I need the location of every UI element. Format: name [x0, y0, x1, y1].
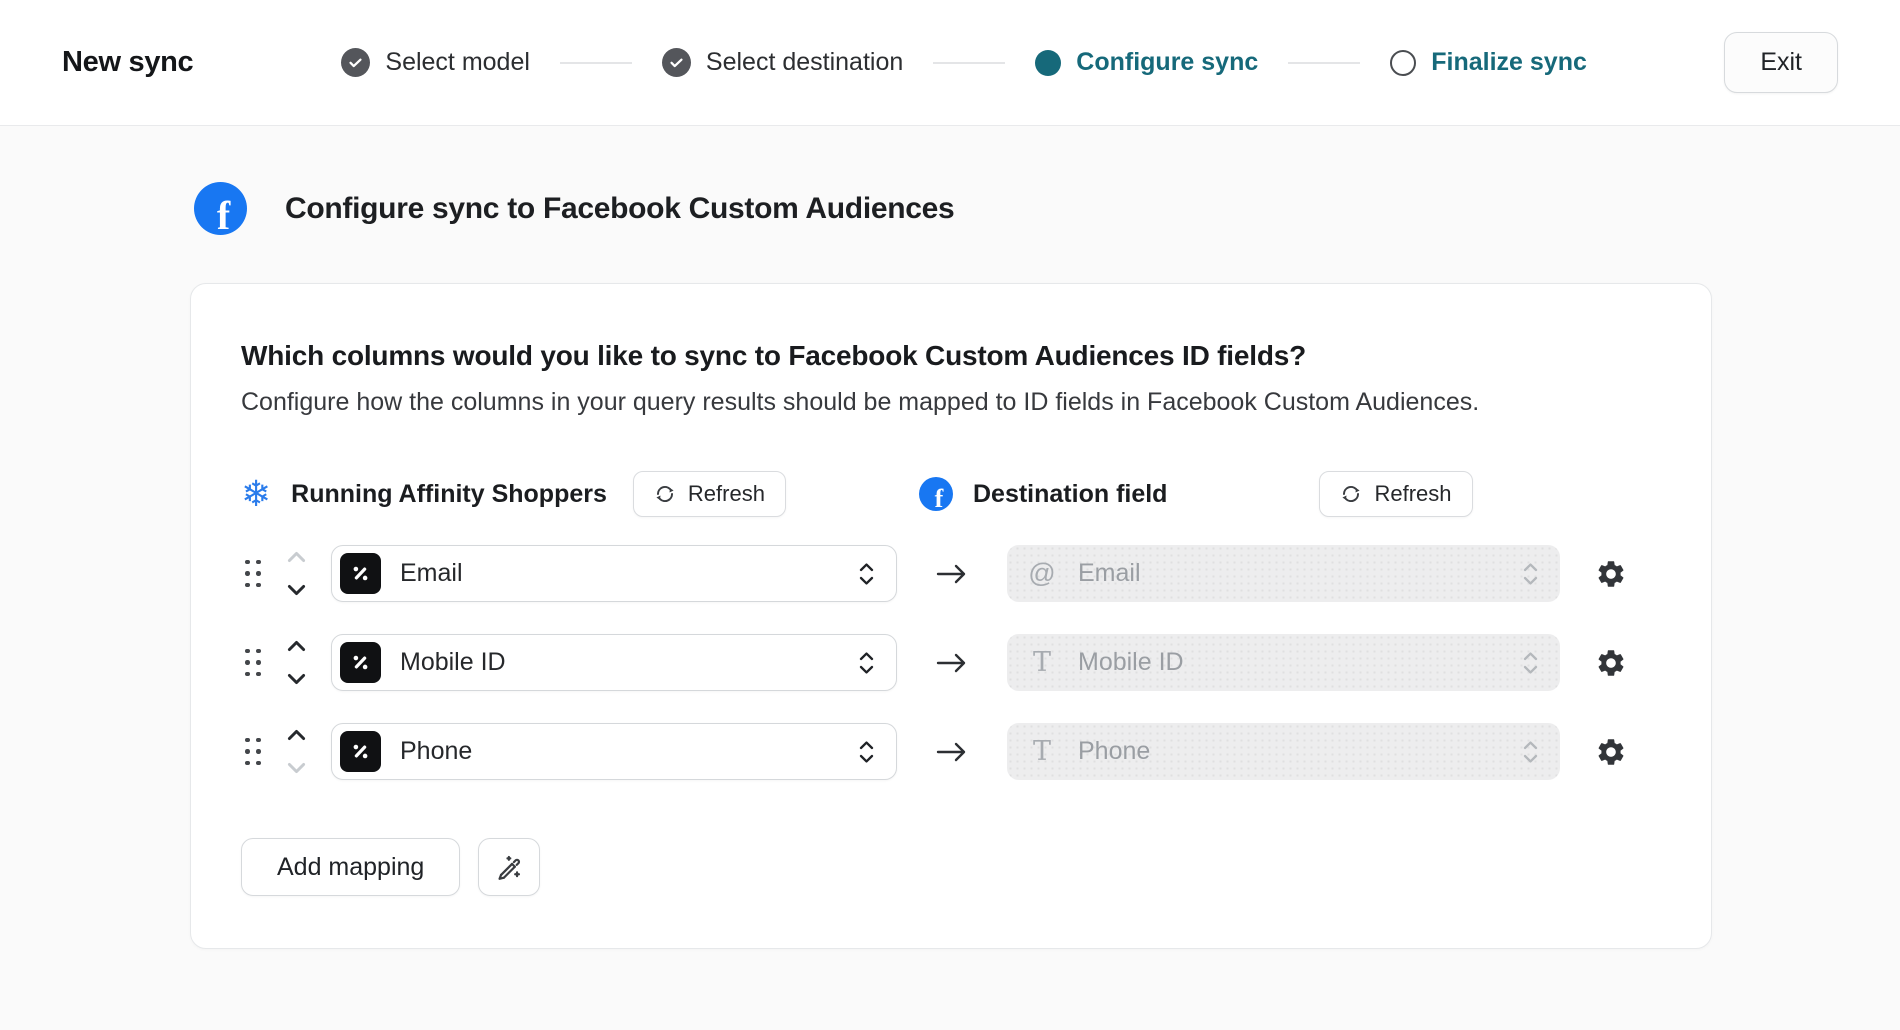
current-step-dot-icon: [1035, 50, 1061, 76]
move-up-button[interactable]: [285, 638, 308, 654]
mapping-arrow-icon: [923, 652, 981, 674]
gear-icon: [1595, 736, 1627, 768]
step-configure-sync[interactable]: Configure sync: [1035, 48, 1258, 77]
source-model-name: Running Affinity Shoppers: [291, 480, 607, 509]
at-icon: @: [1027, 558, 1057, 589]
page-title: Configure sync to Facebook Custom Audien…: [285, 192, 954, 226]
upcoming-step-circle-icon: [1390, 50, 1416, 76]
field-settings-button[interactable]: [1593, 556, 1629, 592]
source-header: ❄ Running Affinity Shoppers Refresh: [241, 471, 919, 517]
refresh-icon: [1340, 483, 1362, 505]
refresh-label: Refresh: [688, 481, 765, 507]
source-column-select[interactable]: Mobile ID: [331, 634, 897, 691]
move-up-button[interactable]: [285, 727, 308, 743]
text-type-icon: T: [1027, 647, 1057, 678]
check-circle-icon: [341, 48, 370, 77]
refresh-label: Refresh: [1374, 481, 1451, 507]
move-down-button[interactable]: [285, 671, 308, 687]
drag-handle[interactable]: [241, 645, 264, 681]
mapping-header-row: ❄ Running Affinity Shoppers Refresh f: [241, 471, 1661, 517]
step-finalize-sync[interactable]: Finalize sync: [1390, 48, 1587, 77]
destination-field-value: Email: [1078, 559, 1141, 588]
text-type-icon: T: [1027, 736, 1057, 767]
source-column-value: Mobile ID: [400, 648, 506, 677]
source-column-select[interactable]: Phone: [331, 723, 897, 780]
source-column-value: Phone: [400, 737, 472, 766]
move-down-button[interactable]: [285, 760, 308, 776]
gear-icon: [1595, 647, 1627, 679]
field-settings-button[interactable]: [1593, 734, 1629, 770]
refresh-icon: [654, 483, 676, 505]
source-column-select[interactable]: Email: [331, 545, 897, 602]
snowflake-icon: ❄: [241, 476, 271, 512]
select-chevrons-icon: [859, 741, 874, 763]
wizard-stepper: Select model Select destination Configur…: [341, 48, 1587, 77]
suggest-mappings-button[interactable]: [478, 838, 540, 896]
select-chevrons-icon: [1523, 741, 1538, 763]
main-content: f Configure sync to Facebook Custom Audi…: [0, 126, 1900, 949]
column-icon: [340, 642, 381, 683]
move-up-button[interactable]: [285, 549, 308, 565]
wizard-topbar: New sync Select model Select destination…: [0, 0, 1900, 126]
destination-field-select: T Phone: [1007, 723, 1560, 780]
step-connector: [560, 62, 632, 64]
drag-handle[interactable]: [241, 556, 264, 592]
step-connector: [933, 62, 1005, 64]
destination-field-value: Mobile ID: [1078, 648, 1184, 677]
add-mapping-button[interactable]: Add mapping: [241, 838, 460, 896]
facebook-icon: f: [194, 182, 247, 235]
step-label: Configure sync: [1076, 48, 1258, 77]
configure-sync-card: Which columns would you like to sync to …: [190, 283, 1712, 949]
magic-wand-icon: [495, 853, 523, 881]
mapping-row: Mobile ID T Mobile ID: [241, 634, 1661, 691]
step-label: Select model: [385, 48, 530, 77]
step-label: Finalize sync: [1431, 48, 1587, 77]
mapping-row: Phone T Phone: [241, 723, 1661, 780]
mapping-arrow-icon: [923, 563, 981, 585]
destination-field-select: T Mobile ID: [1007, 634, 1560, 691]
drag-handle[interactable]: [241, 734, 264, 770]
field-settings-button[interactable]: [1593, 645, 1629, 681]
refresh-source-button[interactable]: Refresh: [633, 471, 786, 517]
check-circle-icon: [662, 48, 691, 77]
facebook-icon: f: [919, 477, 953, 511]
step-select-destination[interactable]: Select destination: [662, 48, 903, 77]
step-label: Select destination: [706, 48, 903, 77]
card-heading: Which columns would you like to sync to …: [241, 340, 1661, 372]
refresh-destination-button[interactable]: Refresh: [1319, 471, 1472, 517]
destination-header: f Destination field Refresh: [919, 471, 1473, 517]
select-chevrons-icon: [859, 563, 874, 585]
wizard-title: New sync: [62, 46, 193, 79]
destination-field-value: Phone: [1078, 737, 1150, 766]
mapping-arrow-icon: [923, 741, 981, 763]
page-title-row: f Configure sync to Facebook Custom Audi…: [190, 182, 1900, 235]
card-subheading: Configure how the columns in your query …: [241, 388, 1661, 417]
step-connector: [1288, 62, 1360, 64]
destination-field-select: @ Email: [1007, 545, 1560, 602]
destination-header-label: Destination field: [973, 480, 1167, 509]
mapping-row: Email @ Email: [241, 545, 1661, 602]
column-icon: [340, 731, 381, 772]
move-down-button[interactable]: [285, 582, 308, 598]
exit-button[interactable]: Exit: [1724, 32, 1838, 93]
select-chevrons-icon: [1523, 652, 1538, 674]
select-chevrons-icon: [1523, 563, 1538, 585]
column-icon: [340, 553, 381, 594]
source-column-value: Email: [400, 559, 463, 588]
mapping-footer: Add mapping: [241, 838, 1661, 896]
step-select-model[interactable]: Select model: [341, 48, 530, 77]
select-chevrons-icon: [859, 652, 874, 674]
gear-icon: [1595, 558, 1627, 590]
